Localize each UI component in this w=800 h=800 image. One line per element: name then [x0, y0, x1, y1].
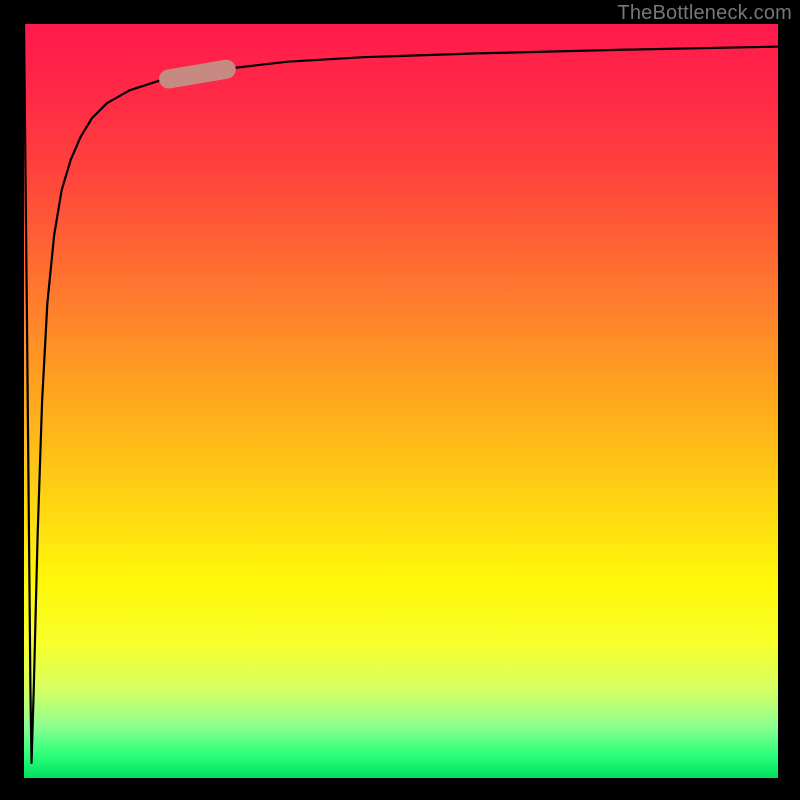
plot-area: [24, 24, 778, 778]
chart-frame: TheBottleneck.com: [0, 0, 800, 800]
curve-layer: [24, 24, 778, 778]
bottleneck-curve: [24, 24, 778, 763]
attribution-text: TheBottleneck.com: [617, 2, 792, 25]
curve-marker: [158, 59, 236, 90]
